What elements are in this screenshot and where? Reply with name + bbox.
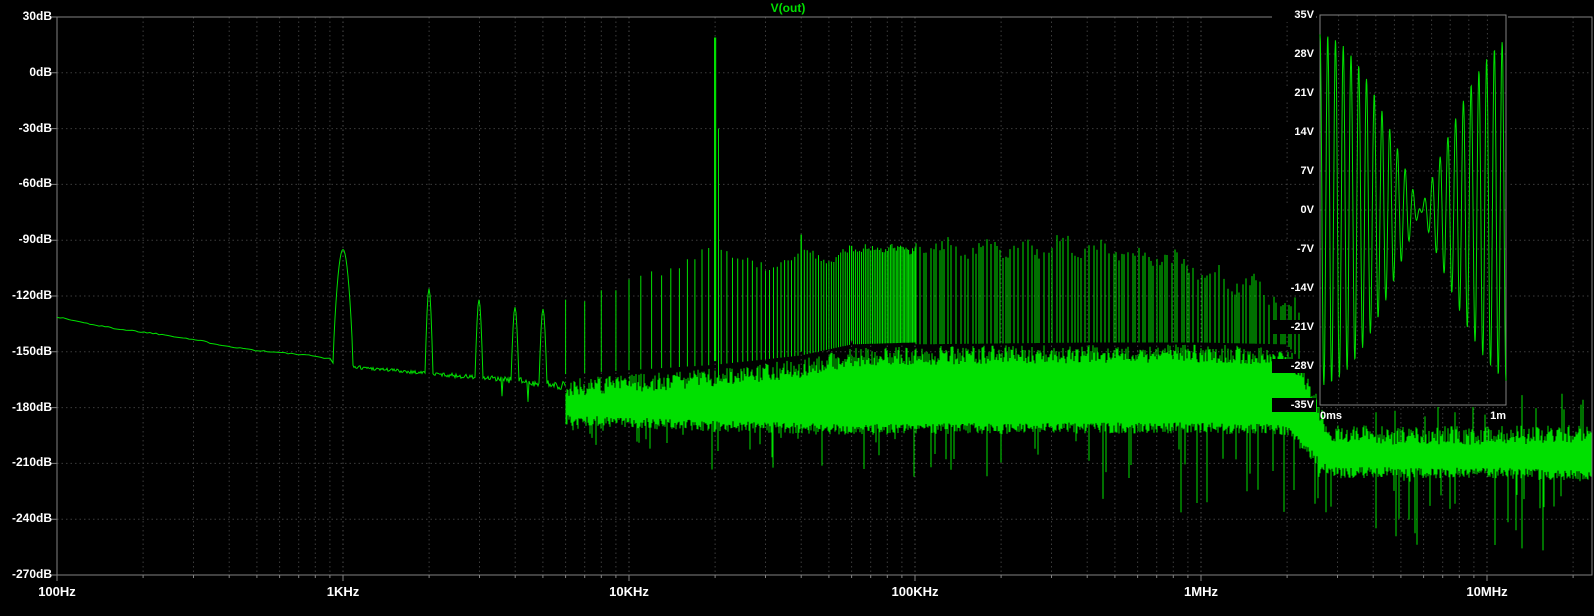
- inset-y-tick-label: 28V: [1272, 47, 1316, 61]
- x-axis-tick-label: 10MHz: [1466, 584, 1508, 599]
- y-axis-tick-label: -150dB: [11, 343, 52, 358]
- inset-y-tick-label: 0V: [1272, 203, 1316, 217]
- inset-y-tick-label: -7V: [1272, 242, 1316, 256]
- inset-y-tick-label: -28V: [1272, 359, 1316, 373]
- y-axis-tick-label: 30dB: [22, 9, 52, 23]
- inset-y-tick-label: 35V: [1272, 8, 1316, 22]
- y-axis-tick-label: -90dB: [18, 232, 52, 247]
- x-axis-tick-label: 100Hz: [38, 584, 76, 599]
- x-axis-tick-label: 100KHz: [891, 584, 939, 599]
- inset-y-tick-label: -21V: [1272, 320, 1316, 334]
- y-axis-tick-label: -180dB: [11, 399, 52, 414]
- x-axis-tick-label: 10KHz: [609, 584, 649, 599]
- x-axis-tick-label: 1MHz: [1184, 584, 1218, 599]
- y-axis-tick-label: -60dB: [18, 176, 52, 191]
- y-axis-tick-label: 0dB: [29, 64, 52, 79]
- y-axis-tick-label: -210dB: [11, 455, 52, 470]
- inset-y-tick-label: -35V: [1272, 398, 1316, 412]
- inset-y-tick-label: 21V: [1272, 86, 1316, 100]
- y-axis-tick-label: -240dB: [11, 511, 52, 526]
- x-axis-tick-label: 1KHz: [326, 584, 360, 599]
- y-axis-tick-label: -120dB: [11, 288, 52, 302]
- y-axis-tick-label: -30dB: [18, 120, 52, 135]
- plot-canvas[interactable]: [0, 0, 1594, 616]
- inset-x-tick-label: 0ms: [1320, 410, 1343, 422]
- trace-legend-title[interactable]: V(out): [713, 1, 863, 15]
- inset-y-tick-label: 14V: [1272, 125, 1316, 139]
- inset-x-tick-label: 1m: [1490, 410, 1506, 422]
- inset-plot[interactable]: [1317, 13, 1508, 407]
- inset-y-tick-label: 7V: [1272, 164, 1316, 178]
- y-axis-tick-label: -270dB: [11, 567, 52, 581]
- inset-y-tick-label: -14V: [1272, 281, 1316, 295]
- waveform-viewer-window: V(out) 30dB 0dB -30dB -60dB -90dB -120dB -150d…: [0, 0, 1594, 616]
